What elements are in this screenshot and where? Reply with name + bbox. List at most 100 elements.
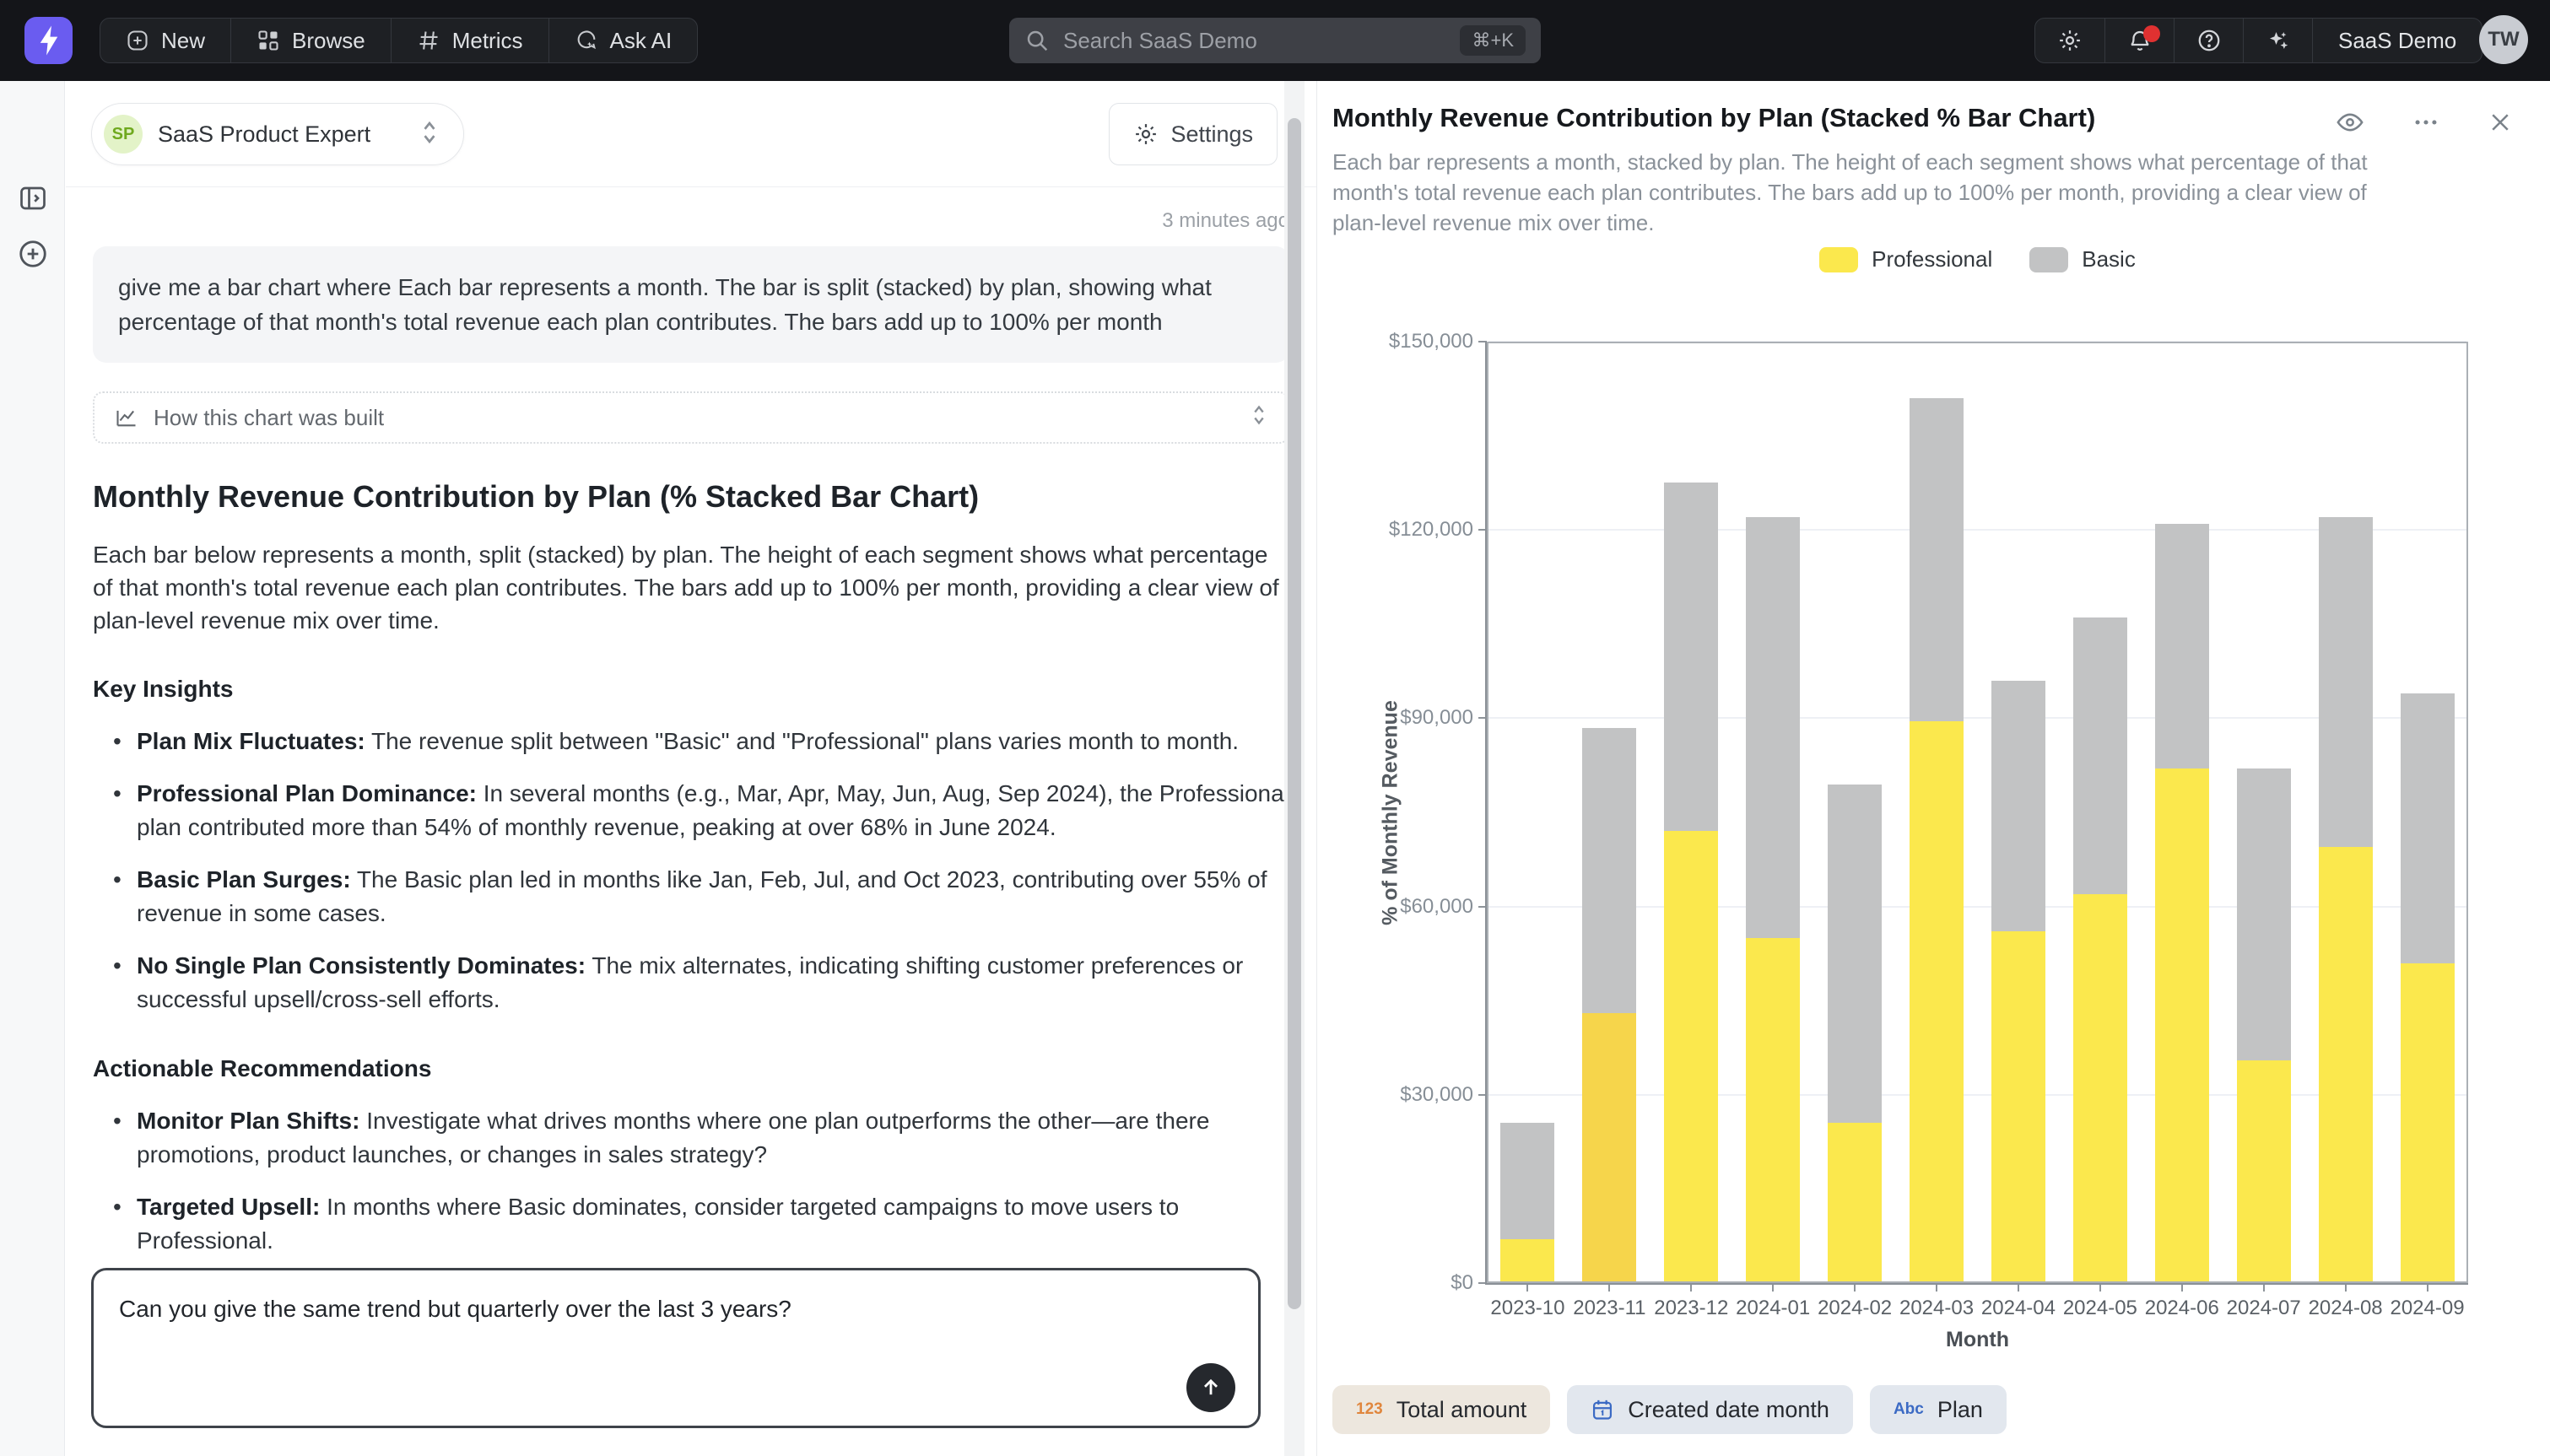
ask-ai-button[interactable]: Ask AI — [548, 19, 698, 62]
send-button[interactable] — [1186, 1363, 1235, 1412]
nav-right-group: SaaS Demo — [2034, 18, 2482, 63]
chart-panel: Monthly Revenue Contribution by Plan (St… — [1317, 81, 2550, 1456]
gear-icon — [2057, 28, 2083, 53]
bar-segment-professional-2024-06[interactable] — [2155, 768, 2209, 1283]
bar-segment-basic-2024-08[interactable] — [2319, 517, 2373, 847]
recommendations-heading: Actionable Recommendations — [93, 1055, 1289, 1082]
response-intro: Each bar below represents a month, split… — [93, 538, 1289, 637]
tag-created-date-month[interactable]: Created date month — [1567, 1385, 1853, 1434]
field-tags: 123 Total amount Created date month Abc … — [1332, 1385, 2007, 1434]
workspace-button[interactable]: SaaS Demo — [2312, 19, 2482, 62]
list-item: Targeted Upsell: In months where Basic d… — [93, 1190, 1289, 1258]
bar-segment-basic-2023-10[interactable] — [1500, 1123, 1554, 1239]
y-axis-title: % of Monthly Revenue — [1379, 434, 1403, 1193]
bar-segment-professional-2024-04[interactable] — [1991, 931, 2045, 1283]
new-button[interactable]: New — [100, 19, 230, 62]
more-options-button[interactable] — [2412, 108, 2440, 137]
bar-segment-professional-2024-08[interactable] — [2319, 847, 2373, 1283]
search-shortcut-badge: ⌘+K — [1460, 25, 1526, 56]
arrow-up-icon — [1199, 1376, 1223, 1399]
chart-line-icon — [115, 406, 138, 429]
agent-name: SaaS Product Expert — [158, 121, 370, 148]
expander-label: How this chart was built — [154, 405, 384, 431]
chat-header: SP SaaS Product Expert Settings — [66, 81, 1316, 187]
bar-segment-basic-2024-09[interactable] — [2401, 693, 2455, 963]
user-avatar[interactable]: TW — [2479, 15, 2528, 64]
sparkles-button[interactable] — [2243, 19, 2312, 62]
chat-input[interactable]: Can you give the same trend but quarterl… — [91, 1268, 1261, 1428]
close-button[interactable] — [2488, 110, 2513, 135]
insights-heading: Key Insights — [93, 676, 1289, 703]
chevron-updown-icon — [419, 120, 440, 149]
agent-settings-button[interactable]: Settings — [1109, 103, 1278, 165]
tag-label: Total amount — [1397, 1397, 1527, 1423]
bar-segment-professional-2023-12[interactable] — [1664, 831, 1718, 1283]
list-item: Basic Plan Surges: The Basic plan led in… — [93, 863, 1289, 930]
legend-swatch — [2029, 247, 2068, 272]
settings-label: Settings — [1170, 121, 1253, 148]
bar-segment-basic-2024-05[interactable] — [2073, 617, 2127, 893]
bar-segment-professional-2023-11[interactable] — [1582, 1013, 1636, 1283]
legend-item-professional[interactable]: Professional — [1819, 246, 1992, 272]
chat-panel: SP SaaS Product Expert Settings 3 minute… — [66, 81, 1316, 1456]
bar-segment-professional-2024-02[interactable] — [1828, 1123, 1882, 1283]
bar-segment-basic-2024-06[interactable] — [2155, 524, 2209, 768]
tag-label: Created date month — [1628, 1397, 1829, 1423]
settings-gear-button[interactable] — [2035, 19, 2104, 62]
bar-segment-professional-2024-07[interactable] — [2237, 1060, 2291, 1283]
view-button[interactable] — [2336, 108, 2364, 137]
gear-icon — [1133, 121, 1159, 147]
nav-button-group: New Browse Metrics Ask AI — [100, 18, 698, 63]
response-title: Monthly Revenue Contribution by Plan (% … — [93, 479, 1289, 515]
eye-icon — [2336, 108, 2364, 137]
y-tick-label: $120,000 — [1347, 518, 1473, 542]
bar-segment-basic-2024-04[interactable] — [1991, 681, 2045, 932]
tag-label: Plan — [1937, 1397, 1983, 1423]
number-123-icon: 123 — [1356, 1400, 1383, 1419]
search-icon — [1024, 28, 1050, 53]
x-axis-title: Month — [1487, 1328, 2468, 1352]
metrics-button[interactable]: Metrics — [391, 19, 548, 62]
y-tick-label: $150,000 — [1347, 330, 1473, 353]
bar-segment-basic-2024-02[interactable] — [1828, 785, 1882, 1124]
list-item: Plan Mix Fluctuates: The revenue split b… — [93, 725, 1289, 758]
bar-segment-professional-2023-10[interactable] — [1500, 1239, 1554, 1283]
bar-segment-basic-2024-03[interactable] — [1910, 398, 1964, 721]
list-item: Professional Plan Dominance: In several … — [93, 777, 1289, 844]
chart-legend: Professional Basic — [1487, 246, 2468, 272]
new-chat-button[interactable] — [15, 236, 51, 272]
legend-label: Basic — [2082, 246, 2136, 272]
how-chart-built-expander[interactable]: How this chart was built — [93, 391, 1289, 444]
lightning-bolt-icon — [36, 24, 62, 57]
list-item: No Single Plan Consistently Dominates: T… — [93, 949, 1289, 1017]
tag-plan[interactable]: Abc Plan — [1870, 1385, 2007, 1434]
bar-segment-professional-2024-03[interactable] — [1910, 721, 1964, 1283]
bar-segment-basic-2024-01[interactable] — [1746, 517, 1800, 937]
bar-segment-professional-2024-09[interactable] — [2401, 963, 2455, 1283]
message-timestamp: 3 minutes ago — [93, 209, 1289, 233]
app-logo[interactable] — [24, 17, 73, 64]
abc-icon: Abc — [1894, 1400, 1924, 1419]
global-search-input[interactable]: Search SaaS Demo ⌘+K — [1009, 18, 1541, 63]
chat-messages-area: 3 minutes ago give me a bar chart where … — [66, 187, 1316, 1399]
agent-selector[interactable]: SP SaaS Product Expert — [91, 103, 464, 165]
top-navbar: New Browse Metrics Ask AI Search SaaS De… — [0, 0, 2550, 81]
browse-label: Browse — [292, 28, 365, 54]
bar-segment-basic-2024-07[interactable] — [2237, 768, 2291, 1060]
sidebar-toggle-button[interactable] — [15, 181, 51, 216]
hash-icon — [417, 29, 440, 52]
plus-circle-icon — [17, 238, 49, 270]
help-button[interactable] — [2174, 19, 2243, 62]
legend-label: Professional — [1872, 246, 1992, 272]
chat-scrollbar-thumb[interactable] — [1288, 118, 1301, 1309]
bar-segment-professional-2024-05[interactable] — [2073, 894, 2127, 1283]
tag-total-amount[interactable]: 123 Total amount — [1332, 1385, 1550, 1434]
bar-segment-basic-2023-11[interactable] — [1582, 728, 1636, 1014]
notifications-button[interactable] — [2104, 19, 2174, 62]
close-icon — [2488, 110, 2513, 135]
bar-segment-basic-2023-12[interactable] — [1664, 483, 1718, 831]
legend-item-basic[interactable]: Basic — [2029, 246, 2136, 272]
browse-button[interactable]: Browse — [230, 19, 391, 62]
bar-segment-professional-2024-01[interactable] — [1746, 938, 1800, 1283]
chart-title: Monthly Revenue Contribution by Plan (St… — [1332, 103, 2095, 133]
